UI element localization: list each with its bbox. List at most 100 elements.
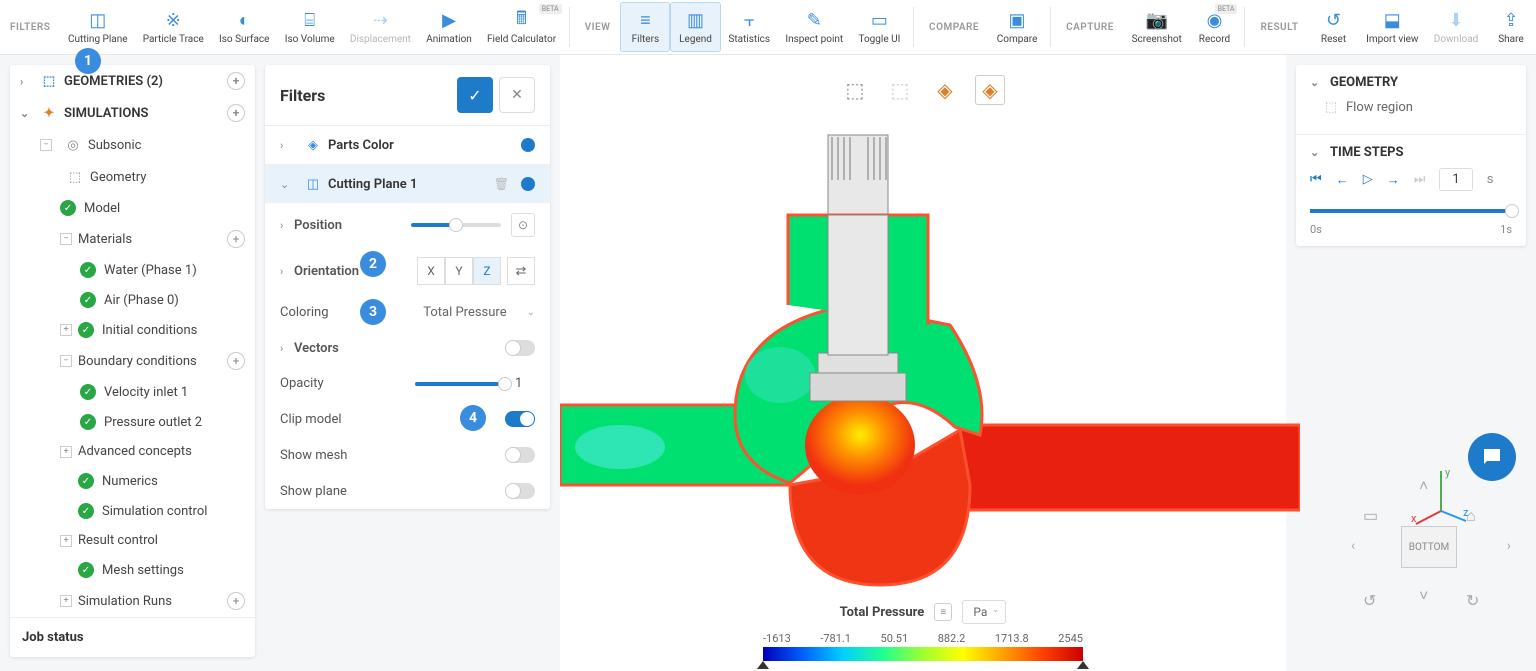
axis-y-button[interactable]: Y [445, 257, 473, 285]
rotate-cw-button[interactable]: ↻ [1466, 591, 1479, 610]
numerics-row[interactable]: ✓ Numerics [10, 466, 255, 496]
viewport-3d[interactable]: ⬚ ⬚ ◈ ◈ [560, 55, 1286, 671]
axis-z-button[interactable]: Z [473, 257, 501, 285]
initial-conditions-row[interactable]: + ✓ Initial conditions [10, 315, 255, 345]
add-geometry-button[interactable]: + [227, 72, 245, 90]
iso-volume-button[interactable]: ⌸ Iso Volume [277, 2, 342, 52]
particle-trace-button[interactable]: ※ Particle Trace [135, 2, 211, 52]
nav-down-button[interactable]: ˅ [1419, 586, 1428, 606]
subsonic-row[interactable]: − ◎ Subsonic [10, 129, 255, 161]
nav-right-button[interactable]: › [1507, 538, 1511, 554]
statistics-button[interactable]: ⫟ Statistics [721, 2, 778, 52]
first-frame-button[interactable]: ⏮ [1310, 172, 1322, 187]
simulations-header[interactable]: ⌄ ✦ SIMULATIONS + [10, 97, 255, 129]
next-frame-button[interactable]: → [1387, 172, 1400, 188]
show-plane-toggle[interactable] [505, 483, 535, 499]
timestep-slider[interactable] [1310, 209, 1512, 213]
screenshot-button[interactable]: 📷 Screenshot [1124, 2, 1190, 52]
compare-button[interactable]: ▣ Compare [989, 2, 1045, 52]
geometry-section-header[interactable]: ⌄ GEOMETRY [1310, 75, 1512, 90]
pressure-outlet-row[interactable]: ✓ Pressure outlet 2 [10, 407, 255, 437]
timestep-value[interactable]: 1 [1439, 168, 1472, 191]
expand-icon[interactable]: + [60, 446, 72, 458]
materials-row[interactable]: − Materials + [10, 223, 255, 255]
opacity-slider[interactable] [415, 382, 505, 386]
add-material-button[interactable]: + [227, 230, 245, 248]
legend-colorbar[interactable] [763, 647, 1083, 661]
view-solid-button[interactable]: ⬚ [840, 75, 870, 105]
show-mesh-toggle[interactable] [505, 447, 535, 463]
confirm-button[interactable]: ✓ [457, 77, 493, 113]
legend-settings-button[interactable]: ≡ [934, 603, 952, 621]
legend-min-handle[interactable] [757, 661, 769, 669]
collapse-icon[interactable]: − [40, 139, 52, 151]
mesh-settings-row[interactable]: ✓ Mesh settings [10, 555, 255, 585]
add-run-button[interactable]: + [227, 592, 245, 610]
timesteps-section-header[interactable]: ⌄ TIME STEPS [1310, 145, 1512, 160]
model-row[interactable]: ✓ Model [10, 193, 255, 223]
geometries-header[interactable]: › ⬚ GEOMETRIES (2) + [10, 65, 255, 97]
iso-surface-button[interactable]: ◐ Iso Surface [211, 2, 277, 52]
air-row[interactable]: ✓ Air (Phase 0) [10, 285, 255, 315]
expand-icon[interactable]: + [60, 535, 72, 547]
add-bc-button[interactable]: + [227, 352, 245, 370]
prev-frame-button[interactable]: ← [1336, 172, 1349, 188]
color-dot[interactable] [521, 177, 535, 191]
vectors-toggle[interactable] [505, 340, 535, 356]
animation-button[interactable]: ▶ Animation [419, 2, 480, 52]
share-button[interactable]: ⇪ Share [1486, 2, 1536, 52]
toggle-ui-button[interactable]: ▭ Toggle UI [851, 2, 908, 52]
expand-icon[interactable]: + [60, 324, 72, 336]
result-control-row[interactable]: + Result control [10, 526, 255, 555]
nav-cube[interactable]: BOTTOM [1401, 526, 1457, 568]
close-button[interactable]: ✕ [499, 77, 535, 113]
clip-model-toggle[interactable] [505, 411, 535, 427]
flow-region-item[interactable]: ⬚ Flow region [1310, 90, 1512, 124]
velocity-inlet-row[interactable]: ✓ Velocity inlet 1 [10, 377, 255, 407]
swap-axis-button[interactable]: ⇄ [507, 257, 535, 285]
legend-view-button[interactable]: ▥ Legend [670, 2, 720, 52]
legend-unit-dropdown[interactable]: Pa ⌄ [962, 600, 1006, 624]
rotate-ccw-button[interactable]: ↺ [1363, 591, 1376, 610]
recenter-button[interactable]: ⊙ [511, 213, 535, 237]
clip-model-setting: Clip model 4 [265, 401, 550, 437]
axis-x-button[interactable]: X [417, 257, 445, 285]
nav-camera-button[interactable]: ▭ [1363, 506, 1378, 525]
simulation-runs-row[interactable]: + Simulation Runs + [10, 585, 255, 617]
water-row[interactable]: ✓ Water (Phase 1) [10, 255, 255, 285]
inspect-point-button[interactable]: ✎ Inspect point [778, 2, 851, 52]
play-button[interactable]: ▷ [1363, 172, 1373, 187]
import-view-button[interactable]: ⬓ Import view [1359, 2, 1427, 52]
view-iso-button[interactable]: ◈ [975, 75, 1005, 105]
collapse-icon[interactable]: − [60, 233, 72, 245]
timestep-controls: ⏮ ← ▷ → ⏭ 1 s [1310, 160, 1512, 199]
help-chat-button[interactable] [1468, 433, 1516, 481]
nav-home-button[interactable]: ⌂ [1466, 506, 1476, 526]
reset-button[interactable]: ↺ Reset [1309, 2, 1359, 52]
parts-color-row[interactable]: › ◈ Parts Color [265, 125, 550, 164]
cutting-plane-button[interactable]: ◫ Cutting Plane [60, 2, 135, 52]
nav-up-button[interactable]: ˄ [1419, 476, 1428, 496]
field-calculator-button[interactable]: BETA 🖩 Field Calculator [479, 2, 563, 52]
record-button[interactable]: BETA ◉ Record [1189, 2, 1239, 52]
coloring-dropdown[interactable]: Total Pressure ⌄ [423, 305, 535, 320]
legend-max-handle[interactable] [1077, 661, 1089, 669]
cutting-plane-row[interactable]: ⌄ ◫ Cutting Plane 1 🗑 [265, 164, 550, 203]
view-wire-button[interactable]: ⬚ [885, 75, 915, 105]
advanced-concepts-row[interactable]: + Advanced concepts [10, 437, 255, 466]
simulation-control-row[interactable]: ✓ Simulation control [10, 496, 255, 526]
filters-view-button[interactable]: ≡ Filters [620, 2, 670, 52]
delete-icon[interactable]: 🗑 [494, 177, 509, 191]
view-shaded-button[interactable]: ◈ [930, 75, 960, 105]
job-status[interactable]: Job status [10, 617, 255, 657]
boundary-conditions-row[interactable]: − Boundary conditions + [10, 345, 255, 377]
particle-trace-icon: ※ [162, 10, 184, 32]
add-simulation-button[interactable]: + [227, 104, 245, 122]
collapse-icon[interactable]: − [60, 355, 72, 367]
nav-left-button[interactable]: ‹ [1351, 538, 1355, 554]
expand-icon[interactable]: + [60, 595, 72, 607]
geometry-row[interactable]: ⬚ Geometry [10, 161, 255, 193]
position-setting: › Position ⊙ [265, 203, 550, 247]
position-slider[interactable] [411, 223, 501, 227]
color-dot[interactable] [521, 138, 535, 152]
